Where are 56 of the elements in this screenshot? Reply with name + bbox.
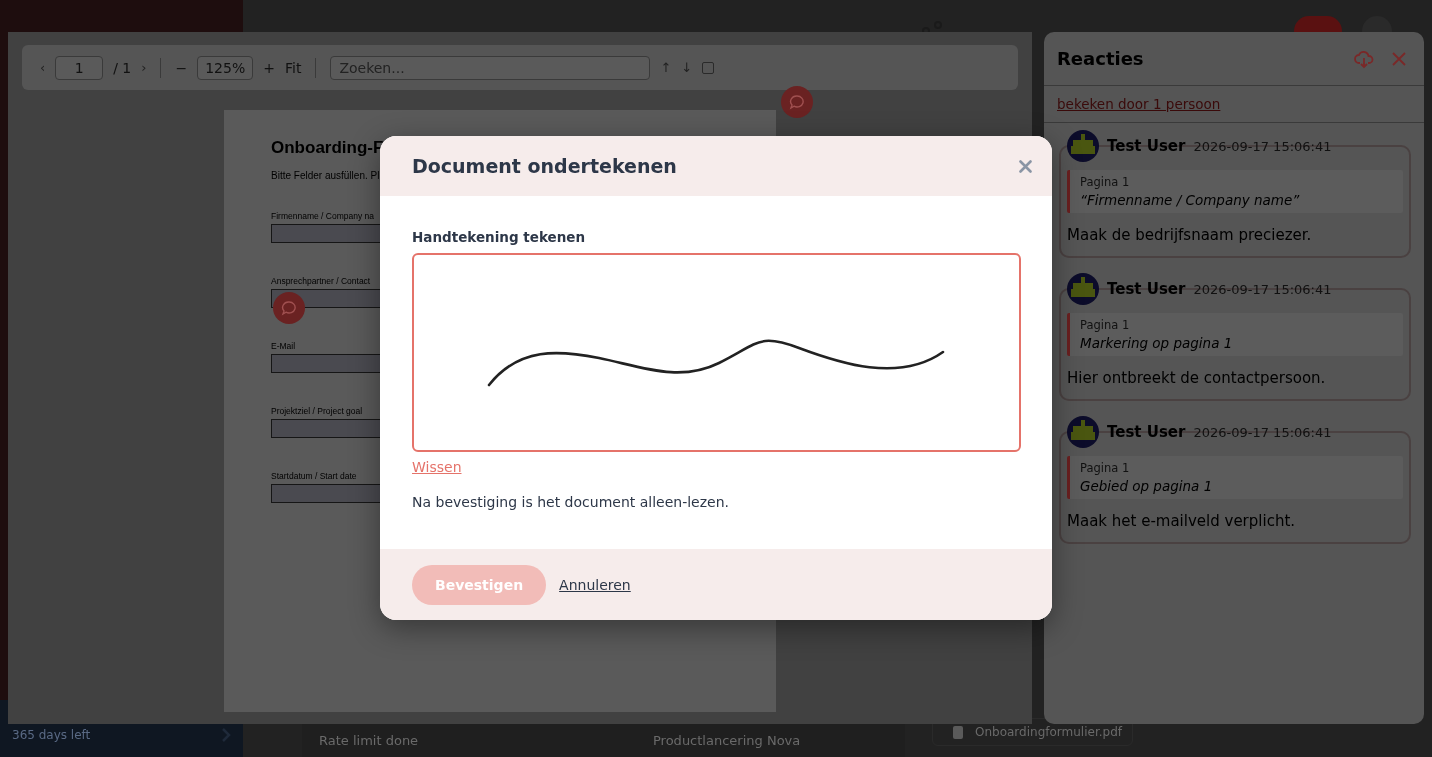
zoom-out-button[interactable]: − [175, 59, 188, 76]
seen-by-link[interactable]: bekeken door 1 persoon [1057, 96, 1221, 112]
quote-text: “Firmenname / Company name” [1080, 192, 1301, 208]
comment-text: Maak de bedrijfsnaam preciezer. [1067, 226, 1313, 244]
avatar-icon [1067, 130, 1099, 162]
table-cell: Productlancering Nova [653, 733, 801, 748]
close-icon[interactable] [1019, 159, 1032, 173]
quote-page: Pagina 1 [1080, 461, 1131, 475]
page-input[interactable]: 1 [55, 55, 104, 80]
comment-pin[interactable] [781, 86, 813, 118]
comment-text: Hier ontbreekt de contactpersoon. [1067, 369, 1327, 387]
field-label: Projektziel / Project goal [271, 406, 364, 416]
document-intro: Bitte Felder ausfüllen. Pl [271, 170, 381, 181]
field-label: Ansprechpartner / Contact [271, 276, 372, 286]
quote-text: Markering op pagina 1 [1080, 335, 1234, 351]
field-label: E-Mail [271, 341, 297, 351]
search-field[interactable]: Zoeken... [330, 55, 651, 80]
quote-page: Pagina 1 [1080, 318, 1131, 332]
cloud-download-icon[interactable] [1354, 48, 1374, 69]
field-label: Startdatum / Start date [271, 471, 358, 481]
file-name: Onboardingformulier.pdf [975, 725, 1122, 739]
speech-bubble-icon [281, 300, 297, 316]
next-match-button[interactable]: ↓ [681, 60, 693, 75]
comment-author: Test User [1107, 423, 1186, 441]
previous-page-button[interactable]: ‹ [40, 60, 46, 75]
fit-button[interactable]: Fit [284, 59, 302, 76]
panel-title: Reacties [1057, 48, 1145, 69]
comment-author: Test User [1107, 280, 1186, 298]
comment-author: Test User [1107, 137, 1186, 155]
comment-text: Maak het e-mailveld verplicht. [1067, 512, 1297, 530]
comment-time: 2026-09-17 15:06:41 [1193, 281, 1332, 297]
avatar-icon [1067, 416, 1099, 448]
quote-text: Gebied op pagina 1 [1080, 478, 1214, 494]
clear-link[interactable]: Wissen [412, 459, 462, 475]
dialog-note: Na bevestiging is het document alleen-lezen. [412, 494, 730, 510]
cancel-link[interactable]: Annuleren [559, 576, 631, 593]
avatar-icon [1067, 273, 1099, 305]
field-label: Handtekening tekenen [412, 229, 587, 245]
field-label: Firmenname / Company na [271, 211, 375, 221]
trial-days-text: 365 days left [12, 727, 91, 742]
zoom-input[interactable]: 125% [197, 55, 254, 80]
comment-time: 2026-09-17 15:06:41 [1193, 138, 1332, 154]
signature-pad[interactable] [412, 253, 1021, 452]
quote-page: Pagina 1 [1080, 175, 1131, 189]
table-cell-text: Rate limit done [319, 733, 420, 748]
page-total: / 1 [113, 59, 132, 76]
comment-time: 2026-09-17 15:06:41 [1193, 424, 1332, 440]
chevron-right-icon[interactable] [221, 726, 231, 743]
file-icon [953, 725, 963, 739]
zoom-in-button[interactable]: + [263, 59, 275, 76]
next-page-button[interactable]: › [141, 60, 147, 75]
dialog-title: Document ondertekenen [412, 155, 677, 177]
close-icon[interactable] [1392, 51, 1406, 66]
previous-match-button[interactable]: ↑ [660, 60, 672, 75]
highlight-toggle[interactable] [702, 61, 715, 74]
speech-bubble-icon [789, 94, 805, 110]
